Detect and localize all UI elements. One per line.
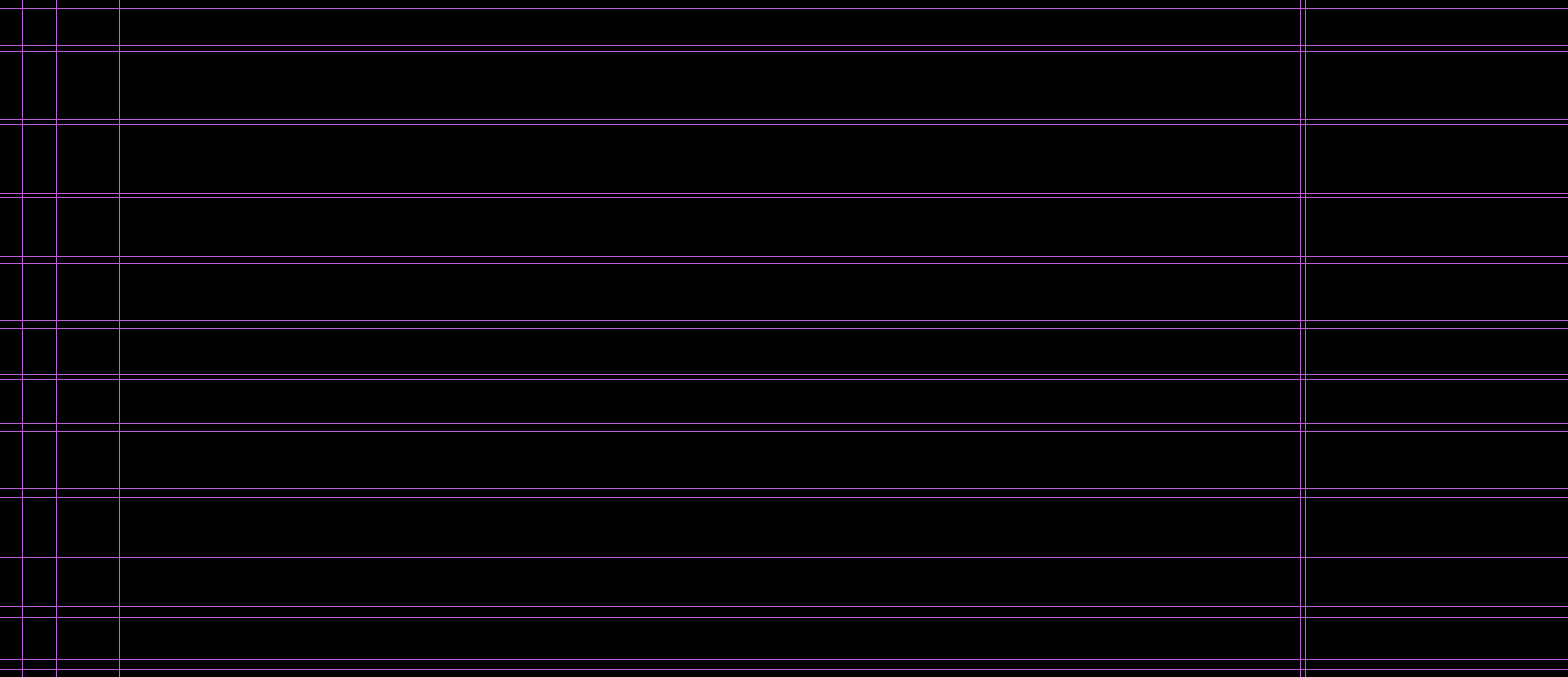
horizontal-guide-line: [0, 8, 1568, 9]
horizontal-guide-line: [0, 124, 1568, 125]
horizontal-guide-line: [0, 263, 1568, 264]
horizontal-guide-line: [0, 431, 1568, 432]
vertical-guide-line: [56, 0, 57, 677]
horizontal-guide-line: [0, 497, 1568, 498]
horizontal-guide-line: [0, 374, 1568, 375]
horizontal-guide-line: [0, 193, 1568, 194]
horizontal-guide-line: [0, 51, 1568, 52]
horizontal-guide-line: [0, 606, 1568, 607]
vertical-guide-line: [22, 0, 23, 677]
horizontal-guide-line: [0, 488, 1568, 489]
horizontal-guide-line: [0, 320, 1568, 321]
horizontal-guide-line: [0, 379, 1568, 380]
horizontal-guide-line: [0, 256, 1568, 257]
horizontal-guide-line: [0, 557, 1568, 558]
vertical-guide-line: [1305, 0, 1306, 677]
vertical-guide-line: [1300, 0, 1301, 677]
horizontal-guide-line: [0, 197, 1568, 198]
horizontal-guide-line: [0, 617, 1568, 618]
horizontal-guide-line: [0, 328, 1568, 329]
horizontal-guide-line: [0, 659, 1568, 660]
horizontal-guide-line: [0, 119, 1568, 120]
horizontal-guide-line: [0, 423, 1568, 424]
vertical-guide-line: [119, 0, 120, 677]
horizontal-guide-line: [0, 669, 1568, 670]
blank-guide-canvas: [0, 0, 1568, 677]
horizontal-guide-line: [0, 45, 1568, 46]
